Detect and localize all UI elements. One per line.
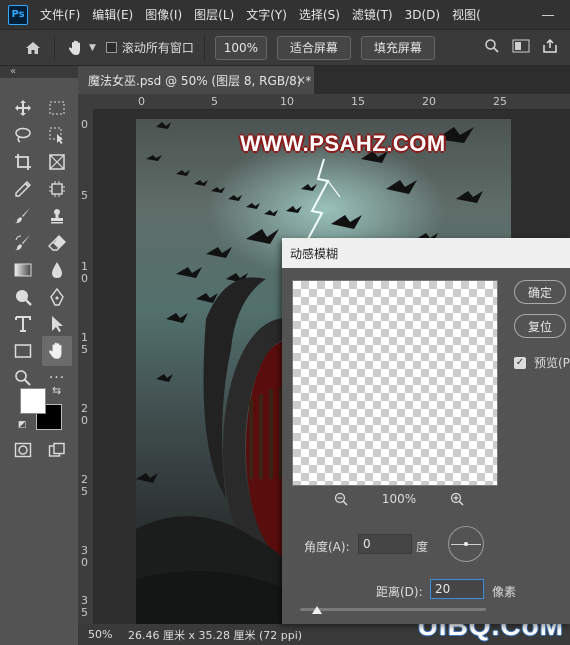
checkbox-box[interactable] bbox=[105, 42, 117, 53]
minimize-button[interactable] bbox=[542, 4, 554, 16]
crop-icon[interactable] bbox=[10, 150, 36, 174]
gradient-icon[interactable] bbox=[10, 258, 36, 282]
type-icon[interactable] bbox=[10, 312, 36, 336]
brush-icon[interactable] bbox=[10, 204, 36, 228]
slider-thumb[interactable] bbox=[311, 606, 322, 614]
ruler-label: 0 bbox=[81, 556, 88, 569]
ruler-label: 0 bbox=[81, 272, 88, 285]
hand-tool-icon[interactable] bbox=[42, 336, 72, 366]
photoshop-window: Ps 文件(F) 编辑(E) 图像(I) 图层(L) 文字(Y) 选择(S) 滤… bbox=[0, 0, 570, 645]
angle-dial[interactable] bbox=[448, 526, 484, 562]
ruler-label: 5 bbox=[81, 343, 88, 356]
fit-screen-button[interactable]: 适合屏幕 bbox=[276, 35, 351, 60]
distance-unit: 像素 bbox=[492, 585, 517, 599]
angle-label: 角度(A): bbox=[304, 540, 350, 554]
ok-button[interactable]: 确定 bbox=[514, 280, 566, 304]
ruler-label: 10 bbox=[280, 95, 294, 108]
menu-edit[interactable]: 编辑(E) bbox=[86, 6, 139, 23]
close-icon[interactable]: × bbox=[296, 73, 306, 87]
menu-view[interactable]: 视图( bbox=[446, 6, 487, 23]
scroll-all-windows-label: 滚动所有窗口 bbox=[121, 41, 194, 55]
screen-mode-icon[interactable] bbox=[44, 438, 70, 462]
blur-icon[interactable] bbox=[44, 258, 70, 282]
marquee-icon[interactable] bbox=[44, 96, 70, 120]
menu-3d[interactable]: 3D(D) bbox=[399, 8, 446, 22]
distance-input[interactable]: 20 bbox=[430, 579, 484, 599]
reset-button[interactable]: 复位 bbox=[514, 314, 566, 338]
menu-layer[interactable]: 图层(L) bbox=[188, 6, 240, 23]
preview-zoom-value: 100% bbox=[381, 492, 417, 506]
eyedropper-icon[interactable] bbox=[10, 177, 36, 201]
ruler-label: 0 bbox=[81, 118, 88, 131]
dialog-title: 动感模糊 bbox=[282, 238, 570, 268]
zoom-100-button[interactable]: 100% bbox=[214, 35, 267, 60]
collapse-panel-icon[interactable]: « bbox=[10, 66, 16, 77]
zoom-out-icon[interactable] bbox=[334, 492, 348, 506]
ruler-corner bbox=[78, 94, 94, 110]
ruler-label: 0 bbox=[81, 414, 88, 427]
ruler-label: 25 bbox=[493, 95, 507, 108]
zoom-in-icon[interactable] bbox=[450, 492, 464, 506]
preview-checkbox[interactable]: ✓ 预览(P bbox=[514, 354, 570, 371]
dodge-icon[interactable] bbox=[10, 285, 36, 309]
options-bar: ▼ 滚动所有窗口 100% 适合屏幕 填充屏幕 bbox=[0, 30, 570, 66]
chevron-down-icon[interactable]: ▼ bbox=[89, 43, 96, 53]
frame-icon[interactable] bbox=[44, 150, 70, 174]
lasso-icon[interactable] bbox=[10, 123, 36, 147]
preview-area[interactable] bbox=[292, 280, 498, 486]
menu-type[interactable]: 文字(Y) bbox=[240, 6, 293, 23]
quick-mask-icon[interactable] bbox=[10, 438, 36, 462]
app-logo: Ps bbox=[8, 4, 28, 25]
document-tab-bar: 魔法女巫.psd @ 50% (图层 8, RGB/8) * × bbox=[78, 66, 570, 94]
screen-mode-icon[interactable] bbox=[512, 39, 530, 56]
zoom-icon[interactable] bbox=[10, 366, 36, 390]
menu-filter[interactable]: 滤镜(T) bbox=[346, 6, 399, 23]
document-tab[interactable]: 魔法女巫.psd @ 50% (图层 8, RGB/8) * × bbox=[78, 66, 314, 94]
pen-icon[interactable] bbox=[44, 285, 70, 309]
tools-panel: ··· ⇆ ◩ bbox=[0, 78, 78, 645]
menu-select[interactable]: 选择(S) bbox=[293, 6, 346, 23]
ruler-label: 20 bbox=[422, 95, 436, 108]
move-icon[interactable] bbox=[10, 96, 36, 120]
ruler-label: 15 bbox=[351, 95, 365, 108]
ruler-label: 5 bbox=[211, 95, 218, 108]
ruler-label: 0 bbox=[138, 95, 145, 108]
hand-icon[interactable] bbox=[65, 37, 87, 59]
watermark-text: WWW.PSAHZ.COM bbox=[240, 131, 446, 156]
distance-label: 距离(D): bbox=[376, 585, 423, 599]
default-colors-icon[interactable]: ◩ bbox=[18, 420, 27, 430]
eraser-icon[interactable] bbox=[44, 231, 70, 255]
rectangle-icon[interactable] bbox=[10, 339, 36, 363]
angle-input[interactable]: 0 bbox=[358, 534, 412, 554]
path-select-icon[interactable] bbox=[44, 312, 70, 336]
preview-zoom-controls: 100% bbox=[334, 492, 464, 506]
vertical-ruler[interactable]: 0 5 1 0 1 5 2 0 2 5 3 0 3 5 bbox=[78, 110, 94, 624]
object-select-icon[interactable] bbox=[44, 123, 70, 147]
motion-blur-dialog: 动感模糊 确定 复位 ✓ 预览(P 100% 角度(A): 0 度 距离(D):… bbox=[282, 238, 570, 624]
distance-slider[interactable] bbox=[300, 606, 486, 614]
preview-label: 预览(P bbox=[534, 356, 570, 370]
menu-bar: Ps 文件(F) 编辑(E) 图像(I) 图层(L) 文字(Y) 选择(S) 滤… bbox=[0, 0, 570, 30]
healing-icon[interactable] bbox=[44, 177, 70, 201]
search-icon[interactable] bbox=[484, 38, 500, 57]
menu-image[interactable]: 图像(I) bbox=[139, 6, 188, 23]
menu-file[interactable]: 文件(F) bbox=[34, 6, 86, 23]
horizontal-ruler[interactable]: 0 5 10 15 20 25 bbox=[94, 94, 570, 110]
fill-screen-button[interactable]: 填充屏幕 bbox=[360, 35, 435, 60]
ruler-label: 5 bbox=[81, 485, 88, 498]
status-zoom[interactable]: 50% bbox=[78, 628, 118, 641]
swap-colors-icon[interactable]: ⇆ bbox=[52, 384, 61, 397]
document-tab-title: 魔法女巫.psd @ 50% (图层 8, RGB/8) * bbox=[88, 73, 312, 88]
home-icon[interactable] bbox=[22, 37, 44, 59]
ruler-label: 5 bbox=[81, 189, 88, 202]
angle-unit: 度 bbox=[416, 540, 429, 554]
share-icon[interactable] bbox=[542, 38, 558, 57]
stamp-icon[interactable] bbox=[44, 204, 70, 228]
history-brush-icon[interactable] bbox=[10, 231, 36, 255]
status-doc-info[interactable]: 26.46 厘米 x 35.28 厘米 (72 ppi) bbox=[118, 627, 302, 643]
ruler-label: 5 bbox=[81, 606, 88, 619]
checkmark-icon[interactable]: ✓ bbox=[514, 356, 526, 369]
scroll-all-windows-checkbox[interactable]: 滚动所有窗口 bbox=[105, 39, 194, 56]
foreground-color-swatch[interactable] bbox=[20, 388, 46, 414]
